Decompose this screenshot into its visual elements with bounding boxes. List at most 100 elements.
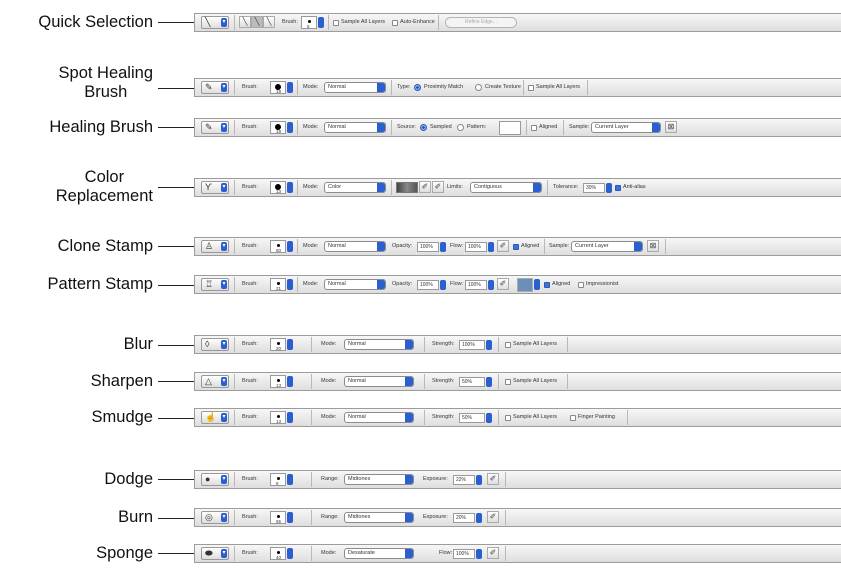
range-select[interactable]: Midtones	[344, 512, 414, 523]
brush-picker-arrow[interactable]	[287, 339, 293, 350]
tolerance-field[interactable]: 30%	[583, 183, 605, 193]
mode-select[interactable]: Normal	[324, 241, 386, 252]
opacity-field[interactable]: 100%	[417, 242, 439, 252]
brush-picker-arrow[interactable]	[287, 512, 293, 523]
strength-arrow[interactable]	[486, 340, 492, 350]
flow-arrow[interactable]	[476, 549, 482, 559]
airbrush-icon[interactable]: ✐	[497, 278, 509, 290]
exposure-arrow[interactable]	[476, 475, 482, 485]
brush-picker-arrow[interactable]	[287, 279, 293, 290]
brush-picker-arrow[interactable]	[287, 376, 293, 387]
mode-select[interactable]: Color	[324, 182, 386, 193]
brush-picker-arrow[interactable]	[287, 122, 293, 133]
tool-preset-picker[interactable]: ◊ ▾	[201, 338, 229, 351]
mode-select[interactable]: Normal	[324, 82, 386, 93]
exposure-field[interactable]: 22%	[453, 475, 475, 485]
ignore-adjustment-layers-icon[interactable]: ⊠	[665, 121, 677, 133]
pattern-radio[interactable]	[457, 124, 464, 131]
add-to-selection-icon[interactable]: ╲	[251, 16, 263, 28]
airbrush-icon[interactable]: ✐	[487, 511, 499, 523]
strength-field[interactable]: 50%	[459, 377, 485, 387]
airbrush-icon[interactable]: ✐	[497, 240, 509, 252]
brush-picker[interactable]: 13	[270, 411, 286, 424]
mode-select[interactable]: Normal	[344, 376, 414, 387]
strength-arrow[interactable]	[486, 413, 492, 423]
mode-select[interactable]: Normal	[324, 122, 386, 133]
strength-field[interactable]: 50%	[459, 413, 485, 423]
brush-picker-arrow[interactable]	[287, 82, 293, 93]
pattern-picker[interactable]	[499, 121, 521, 135]
opacity-arrow[interactable]	[440, 242, 446, 252]
sample-all-layers-checkbox[interactable]	[505, 379, 511, 385]
tolerance-arrow[interactable]	[606, 183, 612, 193]
subtract-from-selection-icon[interactable]: ╲	[263, 16, 275, 28]
brush-picker[interactable]: 60	[270, 240, 286, 253]
sample-select[interactable]: Current Layer	[571, 241, 643, 252]
brush-picker[interactable]: 19	[270, 121, 286, 134]
sample-all-layers-checkbox[interactable]	[505, 342, 511, 348]
tool-preset-picker[interactable]: ✎ ▾	[201, 121, 229, 134]
flow-field[interactable]: 100%	[453, 549, 475, 559]
tool-preset-picker[interactable]: ⬬ ▾	[201, 547, 229, 560]
flow-arrow[interactable]	[488, 280, 494, 290]
aligned-checkbox[interactable]	[513, 244, 519, 250]
strength-arrow[interactable]	[486, 377, 492, 387]
opacity-field[interactable]: 100%	[417, 280, 439, 290]
flow-field[interactable]: 100%	[465, 242, 487, 252]
pattern-picker[interactable]	[517, 278, 533, 292]
mode-select[interactable]: Normal	[344, 339, 414, 350]
brush-picker-arrow[interactable]	[318, 17, 324, 28]
finger-painting-checkbox[interactable]	[570, 415, 576, 421]
impressionist-checkbox[interactable]	[578, 282, 584, 288]
tool-preset-picker[interactable]: ☝ ▾	[201, 411, 229, 424]
new-selection-icon[interactable]: ╲	[239, 16, 251, 28]
aligned-checkbox[interactable]	[544, 282, 550, 288]
tool-preset-picker[interactable]: ✎ ▾	[201, 81, 229, 94]
tool-preset-picker[interactable]: ♖ ▾	[201, 278, 229, 291]
airbrush-icon[interactable]: ✐	[487, 473, 499, 485]
mode-select[interactable]: Desaturate	[344, 548, 414, 559]
airbrush-icon[interactable]: ✐	[487, 547, 499, 559]
tool-preset-picker[interactable]: ╲ ▾	[201, 16, 229, 29]
exposure-arrow[interactable]	[476, 513, 482, 523]
brush-picker[interactable]: 13	[270, 181, 286, 194]
tool-preset-picker[interactable]: ● ▾	[201, 473, 229, 486]
brush-picker-arrow[interactable]	[287, 412, 293, 423]
flow-field[interactable]: 100%	[465, 280, 487, 290]
opacity-arrow[interactable]	[440, 280, 446, 290]
refine-edge-button[interactable]: Refine Edge...	[445, 17, 517, 28]
sample-all-layers-checkbox[interactable]	[333, 20, 339, 26]
brush-picker-arrow[interactable]	[287, 182, 293, 193]
sample-all-layers-checkbox[interactable]	[505, 415, 511, 421]
brush-picker-arrow[interactable]	[287, 474, 293, 485]
brush-picker-arrow[interactable]	[287, 548, 293, 559]
ignore-adjustment-layers-icon[interactable]: ⊠	[647, 240, 659, 252]
brush-picker[interactable]: 65	[270, 511, 286, 524]
sample-all-layers-checkbox[interactable]	[528, 85, 534, 91]
anti-alias-checkbox[interactable]	[615, 185, 621, 191]
brush-picker[interactable]: 40	[270, 547, 286, 560]
brush-picker[interactable]: 13	[270, 375, 286, 388]
brush-picker[interactable]: 20	[270, 338, 286, 351]
exposure-field[interactable]: 20%	[453, 513, 475, 523]
sampling-once-icon[interactable]: ✐	[419, 181, 431, 193]
brush-picker[interactable]: 5	[301, 16, 317, 29]
brush-picker[interactable]: 8	[270, 473, 286, 486]
tool-preset-picker[interactable]: ◎ ▾	[201, 511, 229, 524]
mode-select[interactable]: Normal	[344, 412, 414, 423]
brush-picker-arrow[interactable]	[287, 241, 293, 252]
sample-select[interactable]: Current Layer	[591, 122, 661, 133]
tool-preset-picker[interactable]: △ ▾	[201, 375, 229, 388]
tool-preset-picker[interactable]: ♙ ▾	[201, 240, 229, 253]
limits-select[interactable]: Contiguous	[470, 182, 542, 193]
brush-picker[interactable]: 19	[270, 81, 286, 94]
tool-preset-picker[interactable]: ϒ ▾	[201, 181, 229, 194]
mode-select[interactable]: Normal	[324, 279, 386, 290]
brush-picker[interactable]: 21	[270, 278, 286, 291]
sampling-background-icon[interactable]: ✐	[432, 181, 444, 193]
create-texture-radio[interactable]	[475, 84, 482, 91]
auto-enhance-checkbox[interactable]	[392, 20, 398, 26]
sampled-radio[interactable]	[420, 124, 427, 131]
pattern-picker-arrow[interactable]	[534, 279, 540, 290]
aligned-checkbox[interactable]	[531, 125, 537, 131]
